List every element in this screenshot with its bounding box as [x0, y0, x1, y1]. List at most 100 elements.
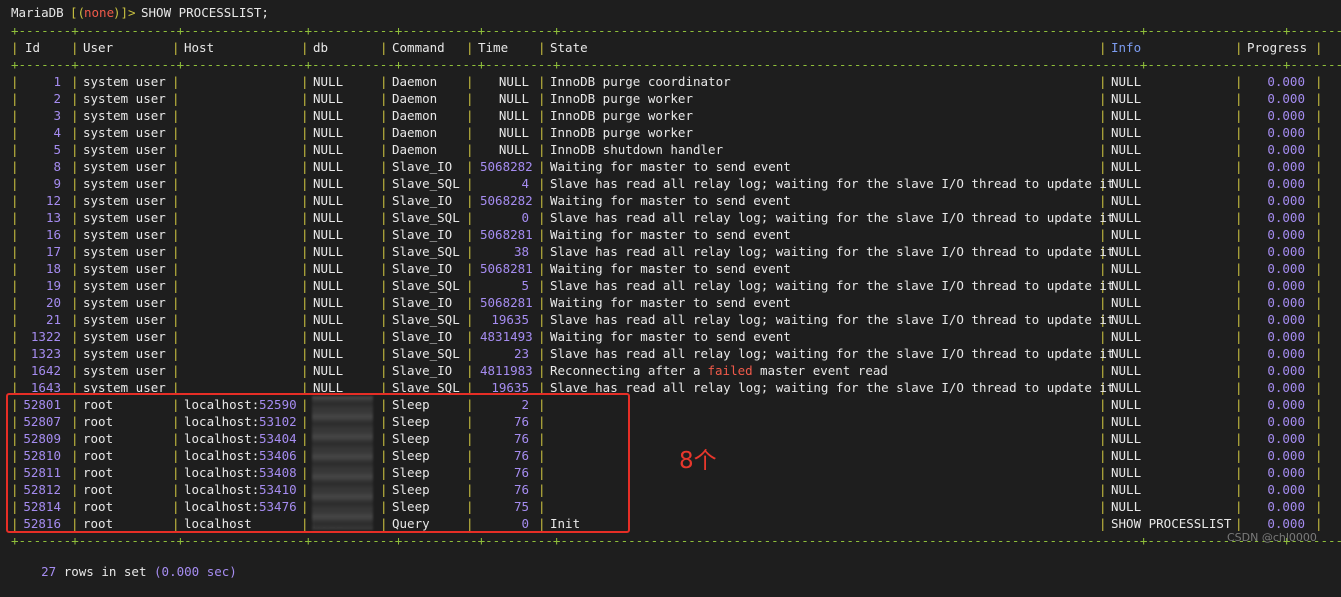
cell-progress: 0.000 [1267, 193, 1305, 208]
column-divider: | [11, 108, 19, 123]
cell-id: 3 [53, 108, 61, 123]
column-divider: | [466, 363, 474, 378]
cell-command: Daemon [392, 142, 438, 157]
table-row: | | | | | | | | | | 18 system user NULL Slave_IO 50682… [0, 260, 1341, 277]
column-divider: | [172, 227, 180, 242]
cell-db: NULL [313, 159, 344, 174]
column-divider: | [301, 329, 309, 344]
column-divider: | [1315, 142, 1323, 157]
cell-info: NULL [1111, 159, 1142, 174]
cell-progress: 0.000 [1267, 482, 1305, 497]
column-divider: | [1235, 261, 1243, 276]
column-divider: | [1235, 329, 1243, 344]
cell-progress: 0.000 [1267, 431, 1305, 446]
cell-command: Daemon [392, 74, 438, 89]
cell-command: Slave_SQL [392, 176, 460, 191]
cell-user: system user [83, 278, 166, 293]
cell-time: 5068281 [480, 295, 533, 310]
footer-time: (0.000 sec) [154, 564, 237, 579]
column-divider: | [1315, 397, 1323, 412]
prompt-name: MariaDB [11, 5, 64, 20]
column-divider: | [1315, 414, 1323, 429]
column-divider: | [380, 142, 388, 157]
column-divider: | [1099, 482, 1107, 497]
cell-user: system user [83, 312, 166, 327]
cell-user: system user [83, 261, 166, 276]
cell-command: Slave_IO [392, 193, 453, 208]
cell-command: Slave_IO [392, 261, 453, 276]
cell-id: 8 [53, 159, 61, 174]
cell-time: 38 [513, 244, 529, 259]
column-divider: | [380, 159, 388, 174]
cell-info: NULL [1111, 363, 1142, 378]
table-row: | | | | | | | | | | 1642 system user NULL Slave_IO 481… [0, 362, 1341, 379]
cell-time: 5068282 [480, 193, 533, 208]
prompt-line: MariaDB [( none )]> SHOW PROCESSLIST; [0, 4, 1341, 21]
cell-id: 1642 [30, 363, 61, 378]
column-divider: | [1315, 312, 1323, 327]
cell-info: NULL [1111, 74, 1142, 89]
column-divider: | [1235, 108, 1243, 123]
column-divider: | [172, 125, 180, 140]
cell-user: system user [83, 227, 166, 242]
cell-db: NULL [313, 210, 344, 225]
column-divider: | [1099, 227, 1107, 242]
header-info: Info [1111, 40, 1142, 55]
table-header-row: | Id | User | Host | db | Command | Time… [11, 40, 1323, 55]
table-border-header: +-------+-------------+----------------+… [11, 57, 1341, 72]
column-divider: | [71, 142, 79, 157]
column-divider: | [1315, 193, 1323, 208]
column-divider: | [172, 193, 180, 208]
column-divider: | [301, 227, 309, 242]
column-divider: | [301, 295, 309, 310]
cell-info: NULL [1111, 414, 1142, 429]
cell-info: NULL [1111, 499, 1142, 514]
column-divider: | [1099, 142, 1107, 157]
cell-id: 9 [53, 176, 61, 191]
cell-command: Slave_IO [392, 159, 453, 174]
column-divider: | [538, 142, 546, 157]
column-divider: | [1099, 431, 1107, 446]
highlight-box [6, 393, 630, 533]
column-divider: | [538, 312, 546, 327]
column-divider: | [172, 312, 180, 327]
column-divider: | [71, 346, 79, 361]
cell-db: NULL [313, 193, 344, 208]
column-divider: | [466, 244, 474, 259]
column-divider: | [11, 227, 19, 242]
cell-user: system user [83, 159, 166, 174]
column-divider: | [1315, 108, 1323, 123]
column-divider: | [301, 278, 309, 293]
column-divider: | [538, 346, 546, 361]
column-divider: | [71, 125, 79, 140]
cell-state: Slave has read all relay log; waiting fo… [550, 312, 1115, 327]
cell-state: InnoDB purge worker [550, 108, 693, 123]
column-divider: | [1099, 397, 1107, 412]
column-divider: | [1315, 278, 1323, 293]
cell-progress: 0.000 [1267, 176, 1305, 191]
column-divider: | [466, 210, 474, 225]
cell-state: Slave has read all relay log; waiting fo… [550, 380, 1115, 395]
cell-progress: 0.000 [1267, 278, 1305, 293]
column-divider: | [1235, 193, 1243, 208]
column-divider: | [11, 346, 19, 361]
column-divider: | [172, 176, 180, 191]
column-divider: | [1235, 516, 1243, 531]
cell-state: InnoDB shutdown handler [550, 142, 724, 157]
cell-user: system user [83, 244, 166, 259]
column-divider: | [1099, 193, 1107, 208]
column-divider: | [71, 176, 79, 191]
column-divider: | [1315, 482, 1323, 497]
column-divider: | [11, 363, 19, 378]
column-divider: | [301, 142, 309, 157]
footer-text: rows in set [56, 564, 155, 579]
column-divider: | [466, 261, 474, 276]
column-divider: | [1315, 159, 1323, 174]
column-divider: | [1235, 363, 1243, 378]
cell-db: NULL [313, 295, 344, 310]
annotation-label: 8个 [679, 448, 717, 474]
cell-info: NULL [1111, 397, 1142, 412]
column-divider: | [380, 125, 388, 140]
cell-progress: 0.000 [1267, 91, 1305, 106]
cell-info: NULL [1111, 227, 1142, 242]
